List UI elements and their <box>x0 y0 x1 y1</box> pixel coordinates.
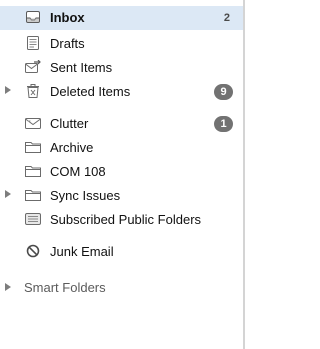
unread-badge: 1 <box>214 116 233 132</box>
disclosure-triangle-icon[interactable] <box>5 283 11 291</box>
folder-pane: Inbox 2 Drafts Sent Items Deleted Items … <box>0 0 245 349</box>
folder-label: Subscribed Public Folders <box>50 212 202 227</box>
trash-icon <box>25 84 41 98</box>
folder-label: Deleted Items <box>50 84 131 99</box>
sent-items-icon <box>25 60 41 74</box>
disclosure-triangle-icon[interactable] <box>5 86 11 94</box>
folder-icon <box>25 164 41 178</box>
unread-count: 2 <box>223 12 230 24</box>
folder-junk-email[interactable]: Junk Email <box>0 240 243 264</box>
folder-label: Junk Email <box>50 244 114 259</box>
folder-archive[interactable]: Archive <box>0 136 243 160</box>
folder-label: Sync Issues <box>50 188 121 203</box>
smart-folders-group[interactable]: Smart Folders <box>0 276 243 298</box>
group-label: Smart Folders <box>24 280 106 295</box>
folder-sent-items[interactable]: Sent Items <box>0 56 243 80</box>
folder-icon <box>25 188 41 202</box>
folder-clutter[interactable]: Clutter 1 <box>0 112 243 136</box>
inbox-icon <box>25 10 41 24</box>
public-folders-icon <box>25 212 41 226</box>
folder-label: COM 108 <box>50 164 106 179</box>
folder-drafts[interactable]: Drafts <box>0 32 243 56</box>
folder-label: Archive <box>50 140 94 155</box>
disclosure-triangle-icon[interactable] <box>5 190 11 198</box>
folder-deleted-items[interactable]: Deleted Items 9 <box>0 80 243 104</box>
folder-sync-issues[interactable]: Sync Issues <box>0 184 243 208</box>
clutter-icon <box>25 116 41 130</box>
junk-icon <box>25 244 41 258</box>
folder-com-108[interactable]: COM 108 <box>0 160 243 184</box>
folder-subscribed-public-folders[interactable]: Subscribed Public Folders <box>0 208 243 232</box>
folder-label: Clutter <box>50 116 89 131</box>
folder-label: Drafts <box>50 36 85 51</box>
drafts-icon <box>25 36 41 50</box>
folder-label: Inbox <box>50 10 85 25</box>
folder-icon <box>25 140 41 154</box>
unread-badge: 9 <box>214 84 233 100</box>
folder-label: Sent Items <box>50 60 113 75</box>
folder-inbox[interactable]: Inbox 2 <box>0 6 243 30</box>
